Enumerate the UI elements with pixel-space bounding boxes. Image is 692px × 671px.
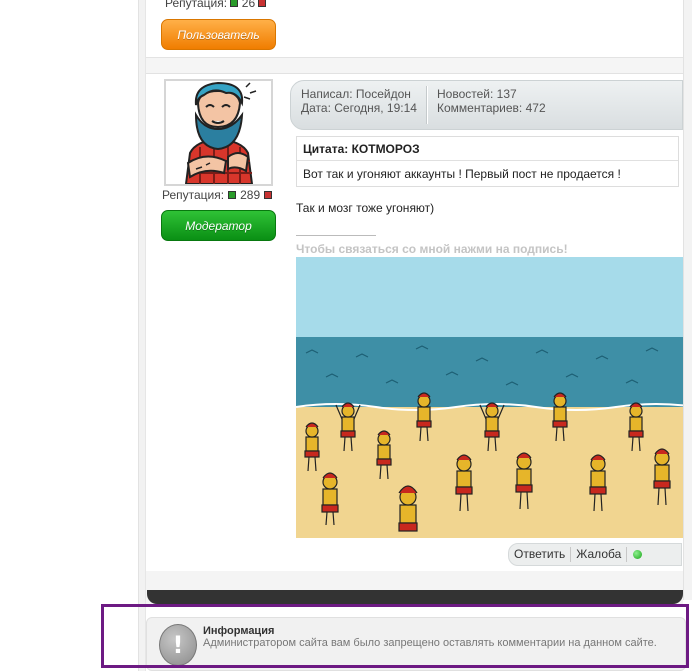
quote-author: Цитата: КОТМОРОЗ (297, 137, 678, 161)
signature-divider (296, 235, 376, 236)
online-status-icon (633, 550, 643, 559)
bearded-man-avatar-icon (166, 81, 271, 185)
post-author-stats: Новостей: 137 Комментариев: 472 (437, 87, 546, 115)
left-gutter (0, 0, 138, 671)
role-badge-moderator[interactable]: Модератор (161, 210, 276, 241)
quote-block: Цитата: КОТМОРОЗ Вот так и угоняют аккау… (296, 136, 679, 187)
reply-button[interactable]: Ответить (509, 547, 570, 562)
post-meta-bar: Написал: Посейдон Дата: Сегодня, 19:14 Н… (290, 80, 683, 130)
reputation-plus-icon[interactable] (228, 191, 237, 199)
highlight-frame (101, 604, 689, 668)
reputation-plus-icon[interactable] (230, 0, 239, 7)
post-author-info: Написал: Посейдон Дата: Сегодня, 19:14 (301, 87, 417, 115)
reputation-minus-icon[interactable] (264, 191, 273, 199)
meta-divider (426, 86, 428, 124)
column-border-left (138, 0, 146, 671)
signature-image[interactable] (296, 257, 683, 538)
reputation-minus-icon[interactable] (258, 0, 267, 7)
role-badge-user[interactable]: Пользователь (161, 19, 276, 50)
warriors-on-beach-icon (296, 345, 683, 532)
quote-text: Вот так и угоняют аккаунты ! Первый пост… (303, 167, 621, 181)
post-actions: Ответить Жалоба (508, 543, 682, 566)
post-bottom-edge (147, 590, 683, 604)
column-border-right (683, 0, 692, 600)
post-separator (146, 58, 683, 74)
signature-link[interactable]: Чтобы связаться со мной нажми на подпись… (296, 242, 568, 256)
reputation: Репутация: 289 (162, 188, 273, 202)
complaint-button[interactable]: Жалоба (571, 547, 626, 562)
post-date: Сегодня, 19:14 (334, 101, 417, 115)
previous-reputation: Репутация: 26 (165, 0, 267, 10)
post-text: Так и мозг тоже угоняют) (296, 201, 435, 215)
action-divider (626, 547, 628, 562)
avatar[interactable] (164, 79, 273, 186)
author-link[interactable]: Посейдон (356, 87, 411, 101)
